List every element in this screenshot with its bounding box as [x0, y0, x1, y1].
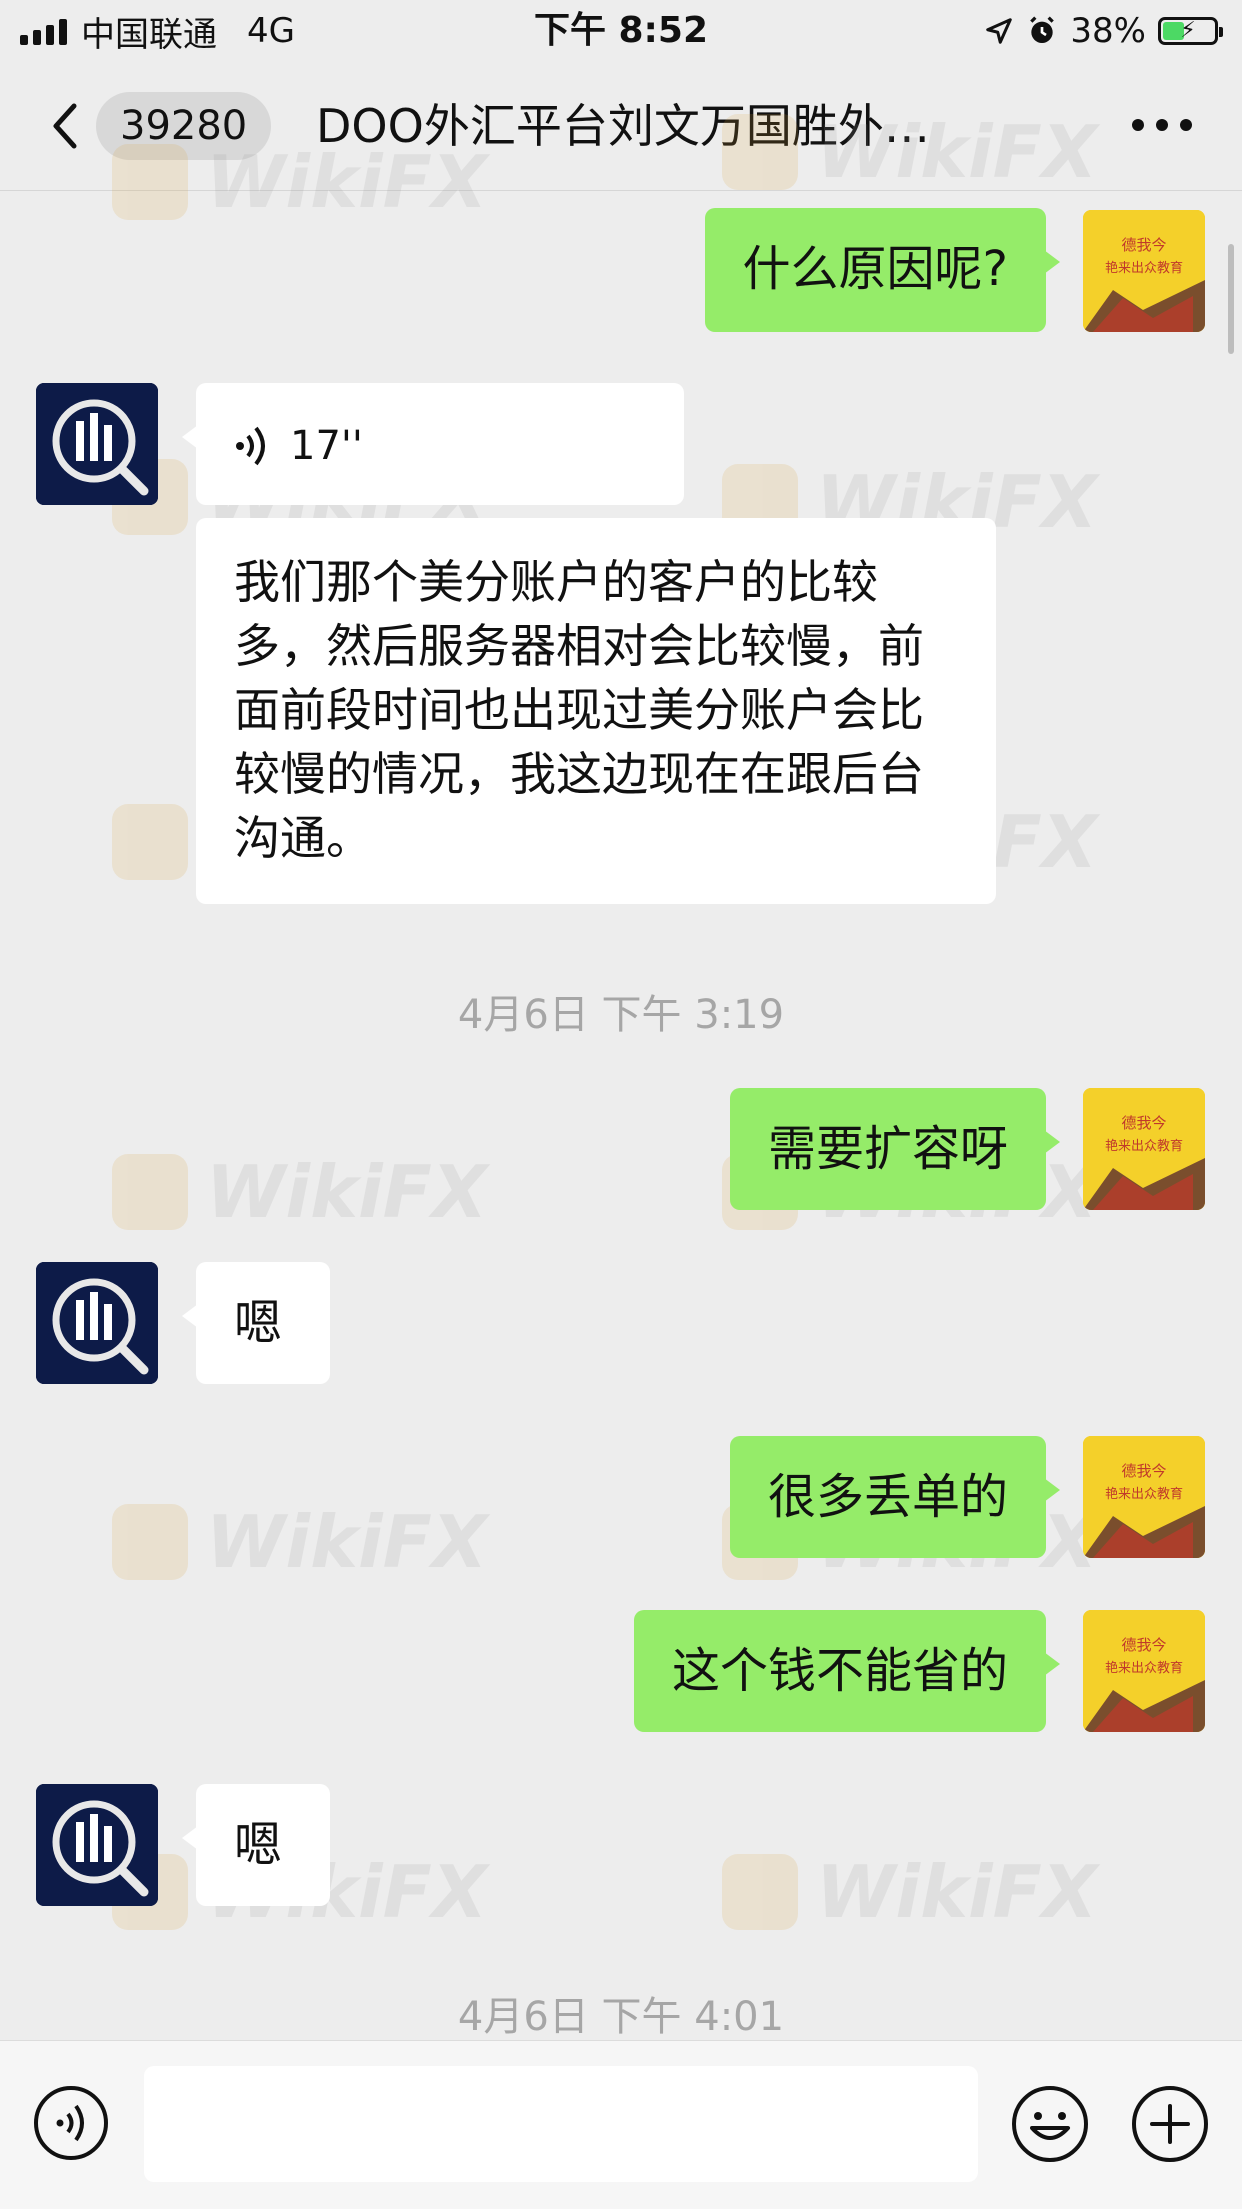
svg-text:德我今: 德我今 [1121, 1462, 1166, 1480]
avatar-me[interactable]: 德我今 艳来出众教育 [1083, 210, 1205, 332]
avatar-me[interactable]: 德我今 艳来出众教育 [1083, 1610, 1205, 1732]
avatar-contact[interactable] [36, 1784, 158, 1906]
svg-text:艳来出众教育: 艳来出众教育 [1105, 1660, 1183, 1676]
voice-wave-icon [236, 426, 265, 466]
message-input[interactable] [144, 2066, 978, 2182]
wikifx-logo-icon [112, 1504, 188, 1580]
chat-header: 39280 DOO外汇平台刘文万国胜外… [0, 62, 1242, 191]
wikifx-logo-icon [112, 804, 188, 880]
avatar-me[interactable]: 德我今 艳来出众教育 [1083, 1436, 1205, 1558]
voice-input-icon[interactable] [32, 2084, 110, 2162]
message-bubble-received[interactable]: 嗯 [182, 1262, 330, 1384]
my-avatar-image: 德我今 艳来出众教育 [1083, 1088, 1205, 1210]
my-avatar-image: 德我今 艳来出众教育 [1083, 1610, 1205, 1732]
battery-percentage: 38% [1070, 11, 1146, 51]
watermark: WikiFX [112, 1150, 487, 1234]
my-avatar-image: 德我今 艳来出众教育 [1083, 210, 1205, 332]
svg-text:艳来出众教育: 艳来出众教育 [1105, 1486, 1183, 1502]
timestamp: 4月6日 下午 3:19 [457, 992, 785, 1038]
contact-avatar-image [36, 1262, 158, 1384]
svg-text:德我今: 德我今 [1121, 236, 1166, 254]
chat-title: DOO外汇平台刘文万国胜外… [316, 99, 930, 153]
scrollbar-thumb[interactable] [1228, 244, 1234, 354]
alarm-icon [1030, 16, 1055, 43]
message-bubble-received[interactable]: 我们那个美分账户的客户的比较多，然后服务器相对会比较慢，前面前段时间也出现过美分… [196, 518, 996, 904]
status-bar: 中国联通 4G 下午 8:52 38% ⚡ [0, 0, 1242, 62]
timestamp: 4月6日 下午 4:01 [457, 1994, 785, 2040]
svg-text:艳来出众教育: 艳来出众教育 [1105, 1138, 1183, 1154]
plus-icon[interactable] [1130, 2084, 1210, 2164]
unread-count-badge[interactable]: 39280 [96, 92, 272, 160]
back-chevron-icon[interactable] [40, 96, 100, 156]
message-bubble-sent[interactable]: 很多丢单的 [729, 1436, 1061, 1558]
svg-text:艳来出众教育: 艳来出众教育 [1105, 260, 1183, 276]
message-bubble-sent[interactable]: 这个钱不能省的 [633, 1610, 1061, 1732]
message-bubble-received[interactable]: 嗯 [182, 1784, 330, 1906]
voice-duration: 17'' [290, 423, 363, 469]
svg-text:德我今: 德我今 [1121, 1636, 1166, 1654]
contact-avatar-image [36, 1784, 158, 1906]
contact-avatar-image [36, 383, 158, 505]
avatar-contact[interactable] [36, 1262, 158, 1384]
battery-icon: ⚡ [1158, 17, 1223, 45]
message-bubble-sent[interactable]: 需要扩容呀 [729, 1088, 1061, 1210]
location-arrow-icon [986, 18, 1013, 44]
wikifx-logo-icon [112, 1154, 188, 1230]
emoji-icon[interactable] [1010, 2084, 1090, 2164]
my-avatar-image: 德我今 艳来出众教育 [1083, 1436, 1205, 1558]
input-bar [0, 2040, 1242, 2209]
wikifx-logo-icon [722, 1854, 798, 1930]
watermark: WikiFX [722, 1850, 1097, 1934]
watermark: WikiFX [112, 1500, 487, 1584]
message-bubble-sent[interactable]: 什么原因呢? [704, 208, 1061, 332]
more-options-icon[interactable] [1132, 110, 1192, 140]
svg-text:德我今: 德我今 [1121, 1114, 1166, 1132]
voice-message-bubble[interactable]: 17'' [182, 383, 684, 505]
avatar-contact[interactable] [36, 383, 158, 505]
avatar-me[interactable]: 德我今 艳来出众教育 [1083, 1088, 1205, 1210]
